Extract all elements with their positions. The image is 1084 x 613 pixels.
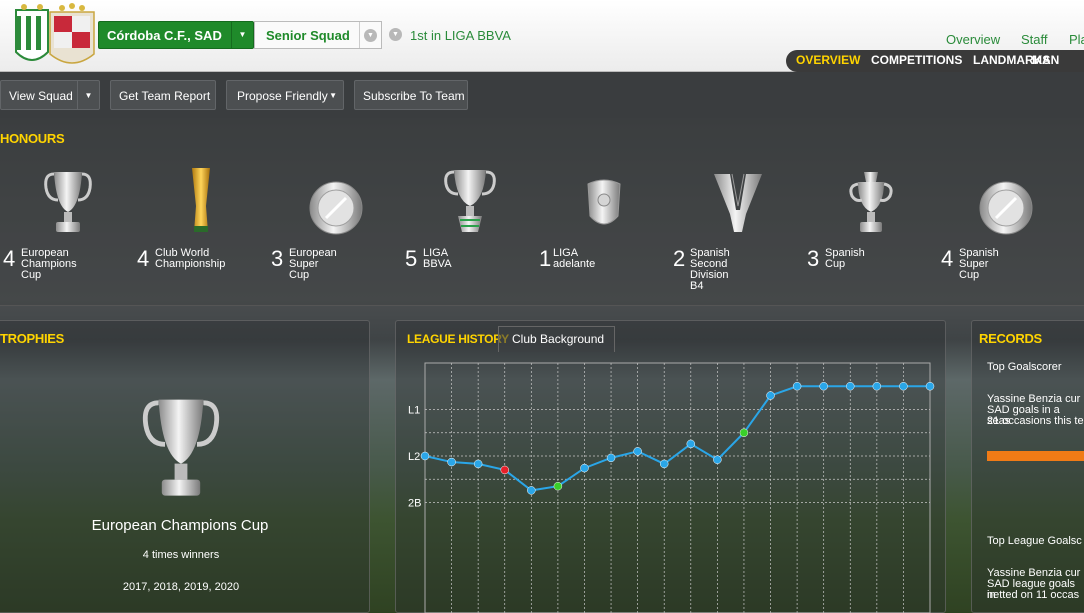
trophy-times: 4 times winners (142, 549, 220, 561)
get-team-report-button[interactable]: Get Team Report (110, 80, 216, 110)
y-tick-label: 2B (408, 498, 421, 510)
club-selector[interactable]: Córdoba C.F., SAD ▼ (98, 21, 254, 49)
chevron-down-icon[interactable]: ▼ (77, 81, 99, 109)
position-rank: 1st in (410, 28, 442, 43)
nav-staff[interactable]: Staff (1021, 32, 1048, 47)
honour-name-line2: Championship (155, 258, 226, 270)
data-point[interactable] (606, 453, 616, 463)
league-position: 1st in LIGA BBVA (410, 28, 511, 43)
data-point[interactable] (819, 382, 828, 391)
honour-name: Spanish Cup (825, 247, 865, 270)
trophy-years: 2017, 2018, 2019, 2020 (122, 581, 240, 593)
data-point[interactable] (713, 455, 722, 464)
tab-competitions[interactable]: COMPETITIONS (871, 53, 962, 67)
honour-name: LIGA adelante (553, 247, 596, 270)
honour-count: 5 (405, 246, 418, 271)
big-ears-trophy-icon[interactable] (42, 166, 94, 236)
tab-overview[interactable]: OVERVIEW (796, 53, 860, 67)
squad-dropdown[interactable]: ▼ (359, 22, 381, 48)
data-point[interactable] (659, 459, 669, 469)
honour-count: 3 (807, 246, 820, 271)
medal-plate-icon[interactable] (978, 180, 1034, 236)
data-point[interactable] (473, 459, 483, 469)
league-history-chart: L1 L2 2B (408, 362, 935, 613)
data-point[interactable] (686, 439, 696, 449)
squad-name: Senior Squad (266, 28, 350, 43)
y-tick-label: L1 (408, 405, 420, 417)
data-point[interactable] (739, 428, 749, 437)
flute-trophy-icon[interactable] (712, 170, 764, 236)
tab-league-history[interactable]: LEAGUE HISTORY (407, 332, 509, 346)
honour-count: 4 (3, 246, 16, 271)
data-point[interactable] (872, 382, 882, 391)
records-title: RECORDS (979, 331, 1042, 346)
honour-name: Spanish Super Cup (959, 247, 999, 281)
data-point[interactable] (527, 486, 536, 495)
view-squad-button[interactable]: View Squad ▼ (0, 80, 100, 110)
data-point[interactable] (899, 382, 908, 391)
gold-trophy-icon[interactable] (186, 166, 216, 236)
data-point[interactable] (420, 451, 430, 461)
record-title: Top Goalscorer (987, 361, 1062, 373)
nav-overview[interactable]: Overview (946, 32, 1000, 47)
honour-count: 4 (137, 246, 150, 271)
data-point[interactable] (792, 382, 802, 391)
nav-players[interactable]: Pla (1069, 32, 1084, 47)
honour-count: 1 (539, 246, 552, 271)
data-point[interactable] (846, 382, 855, 391)
tab-club-background[interactable]: Club Background (498, 326, 615, 352)
honour-name: Spanish Second (690, 247, 730, 270)
big-ears-trophy-icon[interactable] (136, 390, 226, 502)
honour-count: 2 (673, 246, 686, 271)
honour-name-line2: Champions Cup (21, 258, 77, 281)
record-text: 21 occasions this te (987, 415, 1084, 427)
squad-selector[interactable]: Senior Squad ▼ (254, 21, 382, 49)
team-report-label: Get Team Report (119, 89, 211, 103)
view-squad-label: View Squad (9, 89, 73, 103)
shield-trophy-icon[interactable] (584, 176, 624, 236)
data-point[interactable] (447, 457, 456, 467)
data-point[interactable] (580, 463, 589, 473)
subscribe-label: Subscribe To Team (363, 89, 465, 103)
honour-name: LIGA BBVA (423, 247, 452, 270)
data-point[interactable] (925, 382, 935, 391)
chevron-down-icon[interactable]: ▼ (389, 28, 402, 41)
honour-name-line2: Division B4 (690, 269, 729, 292)
honours-title: HONOURS (0, 131, 65, 146)
chevron-down-icon: ▼ (329, 91, 337, 100)
club-background-label: Club Background (512, 332, 605, 346)
medal-plate-icon[interactable] (308, 180, 364, 236)
y-tick-label: L2 (408, 451, 420, 463)
record-title: Top League Goalsc (987, 535, 1082, 547)
chart-frame (424, 362, 931, 613)
honour-name: European Super Cup (289, 247, 337, 281)
propose-friendly-button[interactable]: Propose Friendly ▼ (226, 80, 344, 110)
propose-friendly-label: Propose Friendly (237, 89, 328, 103)
honours-panel (0, 120, 1084, 306)
subscribe-button[interactable]: Subscribe To Team (354, 80, 468, 110)
record-progress-bar (987, 451, 1084, 461)
tab-management[interactable]: MAN (1032, 53, 1059, 67)
green-ribbon-trophy-icon[interactable] (442, 166, 498, 236)
data-point[interactable] (500, 465, 509, 475)
data-point[interactable] (633, 447, 642, 456)
series-line (424, 385, 930, 492)
chevron-down-icon[interactable]: ▼ (231, 22, 253, 48)
data-point[interactable] (553, 481, 563, 491)
lidded-cup-icon[interactable] (846, 170, 896, 236)
honour-count: 4 (941, 246, 954, 271)
trophy-name: European Champions Cup (91, 517, 269, 534)
chevron-down-icon: ▼ (364, 29, 377, 42)
club-name: Córdoba C.F., SAD (107, 28, 222, 43)
honour-count: 3 (271, 246, 284, 271)
record-text: netted on 11 occas (987, 589, 1080, 601)
position-league[interactable]: LIGA BBVA (445, 28, 511, 43)
data-point[interactable] (766, 391, 775, 400)
club-crest-icon (15, 3, 95, 64)
trophies-title: TROPHIES (0, 331, 65, 346)
